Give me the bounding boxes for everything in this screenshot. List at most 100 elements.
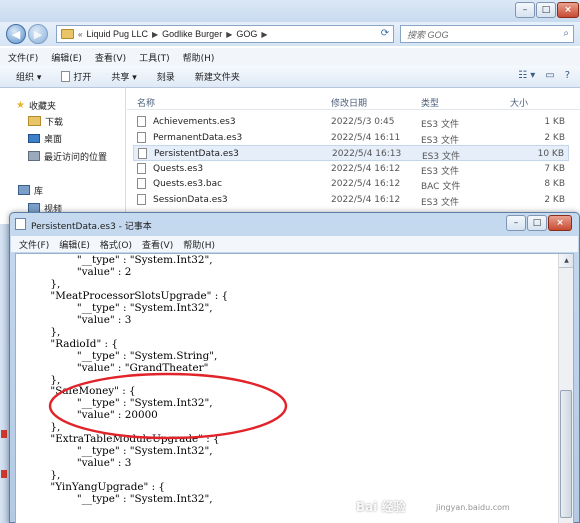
text-line: "RadioId" : { xyxy=(24,337,118,350)
burn-button[interactable]: 刻录 xyxy=(157,70,175,83)
taskbar-marker xyxy=(1,430,7,438)
notepad-titlebar[interactable]: PersistentData.es3 - 记事本 – □ × xyxy=(10,213,579,235)
menu-tools[interactable]: 工具(T) xyxy=(139,51,170,64)
view-options-icon[interactable]: ☷ ▾ xyxy=(518,70,535,81)
menu-edit[interactable]: 编辑(E) xyxy=(59,238,90,251)
explorer-titlebar: – □ × xyxy=(0,0,580,22)
text-line: "value" : 3 xyxy=(24,457,132,470)
help-icon[interactable]: ? xyxy=(565,70,570,81)
nav-recent[interactable]: 最近访问的位置 xyxy=(28,148,107,164)
file-name: PersistentData.es3 xyxy=(154,149,239,159)
chevron-right-icon[interactable]: ▶ xyxy=(226,30,232,39)
recent-places-icon xyxy=(28,151,40,161)
download-folder-icon xyxy=(28,116,41,126)
taskbar-marker xyxy=(1,470,7,478)
file-type: BAC 文件 xyxy=(421,182,461,192)
file-row[interactable]: Quests.es3.bac 2022/5/4 16:12 BAC 文件 8 K… xyxy=(133,176,569,192)
close-button[interactable]: × xyxy=(557,2,579,18)
star-icon: ★ xyxy=(16,99,25,111)
file-type: ES3 文件 xyxy=(421,197,459,208)
nav-desktop-label: 桌面 xyxy=(44,134,63,145)
watermark-url: jingyan.baidu.com xyxy=(436,503,510,512)
file-date: 2022/5/4 16:12 xyxy=(331,194,401,205)
file-date: 2022/5/3 0:45 xyxy=(331,117,395,127)
organize-button[interactable]: 组织 ▾ xyxy=(16,70,41,83)
breadcrumb-item[interactable]: Godlike Burger xyxy=(162,29,222,39)
watermark-logo: Bai 经验 xyxy=(356,500,406,514)
menu-format[interactable]: 格式(O) xyxy=(100,238,132,251)
nav-favorites[interactable]: ★ 收藏夹 xyxy=(16,97,56,113)
file-row[interactable]: Quests.es3 2022/5/4 16:12 ES3 文件 7 KB xyxy=(133,161,569,177)
back-button[interactable]: ◀ xyxy=(6,24,26,44)
minimize-button[interactable]: – xyxy=(506,215,526,231)
scroll-up-icon[interactable]: ▲ xyxy=(559,254,573,268)
column-type[interactable]: 类型 xyxy=(421,96,439,109)
explorer-menubar: 文件(F) 编辑(E) 查看(V) 工具(T) 帮助(H) xyxy=(0,48,580,66)
notepad-text-area[interactable]: "__type" : "System.Int32", "value" : 2 }… xyxy=(15,253,574,523)
chevron-right-icon[interactable]: ▶ xyxy=(261,30,267,39)
menu-help[interactable]: 帮助(H) xyxy=(183,238,215,251)
forward-button[interactable]: ▶ xyxy=(28,24,48,44)
preview-pane-icon[interactable]: ▭ xyxy=(545,70,554,81)
nav-downloads-label: 下载 xyxy=(45,117,64,128)
file-date: 2022/5/4 16:12 xyxy=(331,179,401,189)
menu-help[interactable]: 帮助(H) xyxy=(183,51,215,64)
refresh-icon[interactable]: ⟳ xyxy=(378,26,392,40)
maximize-button[interactable]: □ xyxy=(536,2,556,18)
notepad-menubar: 文件(F) 编辑(E) 格式(O) 查看(V) 帮助(H) xyxy=(11,236,578,252)
file-icon xyxy=(137,193,146,205)
search-icon[interactable]: ⌕ xyxy=(563,28,569,39)
explorer-navigation-bar: ◀ ▶ « Liquid Pug LLC ▶ Godlike Burger ▶ … xyxy=(0,22,580,46)
minimize-button[interactable]: – xyxy=(515,2,535,18)
nav-library[interactable]: 库 xyxy=(18,182,43,198)
file-row[interactable]: PermanentData.es3 2022/5/4 16:11 ES3 文件 … xyxy=(133,130,569,146)
file-icon xyxy=(137,131,146,143)
menu-file[interactable]: 文件(F) xyxy=(8,51,38,64)
file-row[interactable]: SessionData.es3 2022/5/4 16:12 ES3 文件 2 … xyxy=(133,192,569,208)
library-icon xyxy=(18,185,30,195)
nav-desktop[interactable]: 桌面 xyxy=(28,130,62,146)
navigation-pane: ★ 收藏夹 下载 桌面 最近访问的位置 库 视频 xyxy=(0,88,126,224)
file-row-selected[interactable]: PersistentData.es3 2022/5/4 16:13 ES3 文件… xyxy=(133,145,569,162)
breadcrumb-item[interactable]: Liquid Pug LLC xyxy=(86,29,148,39)
explorer-toolbar: 组织 ▾ 打开 共享 ▾ 刻录 新建文件夹 ☷ ▾ ▭ ? xyxy=(0,66,580,88)
scrollbar-thumb[interactable] xyxy=(560,390,572,518)
column-size[interactable]: 大小 xyxy=(510,96,528,109)
open-button-label: 打开 xyxy=(73,73,92,83)
column-name[interactable]: 名称 xyxy=(137,96,155,109)
column-date[interactable]: 修改日期 xyxy=(331,96,367,109)
file-size: 10 KB xyxy=(537,149,564,159)
vertical-scrollbar[interactable]: ▲ xyxy=(558,254,573,523)
nav-favorites-label: 收藏夹 xyxy=(28,101,56,112)
maximize-button[interactable]: □ xyxy=(527,215,547,231)
file-icon xyxy=(137,178,146,189)
menu-edit[interactable]: 编辑(E) xyxy=(51,51,82,64)
new-folder-button[interactable]: 新建文件夹 xyxy=(195,70,240,83)
file-list: 名称 修改日期 类型 大小 Achievements.es3 2022/5/3 … xyxy=(127,88,580,224)
menu-view[interactable]: 查看(V) xyxy=(95,51,126,64)
file-type: ES3 文件 xyxy=(421,135,459,146)
chevron-right-icon[interactable]: ▶ xyxy=(152,30,158,39)
notepad-window: PersistentData.es3 - 记事本 – □ × 文件(F) 编辑(… xyxy=(9,212,580,523)
desktop-icon xyxy=(28,133,40,143)
open-button[interactable]: 打开 xyxy=(61,70,91,83)
menu-file[interactable]: 文件(F) xyxy=(19,238,49,251)
file-name: Quests.es3.bac xyxy=(153,179,223,189)
text-line: "value" : 2 xyxy=(24,265,132,278)
text-line: "__type" : "System.String", xyxy=(24,349,218,362)
breadcrumb-item[interactable]: GOG xyxy=(236,29,257,39)
file-name: PermanentData.es3 xyxy=(153,132,243,143)
search-input[interactable]: 搜索 GOG ⌕ xyxy=(400,25,574,43)
menu-view[interactable]: 查看(V) xyxy=(142,238,173,251)
file-name: Achievements.es3 xyxy=(153,117,236,127)
column-header: 名称 修改日期 类型 大小 xyxy=(127,92,580,110)
file-size: 2 KB xyxy=(544,132,565,143)
nav-downloads[interactable]: 下载 xyxy=(28,113,63,129)
address-bar[interactable]: « Liquid Pug LLC ▶ Godlike Burger ▶ GOG … xyxy=(56,25,394,43)
file-icon xyxy=(138,148,147,159)
file-row[interactable]: Achievements.es3 2022/5/3 0:45 ES3 文件 1 … xyxy=(133,114,569,130)
document-icon xyxy=(61,71,71,82)
background-window-edge xyxy=(0,224,9,523)
share-button[interactable]: 共享 ▾ xyxy=(111,70,136,83)
close-button[interactable]: × xyxy=(548,215,572,231)
